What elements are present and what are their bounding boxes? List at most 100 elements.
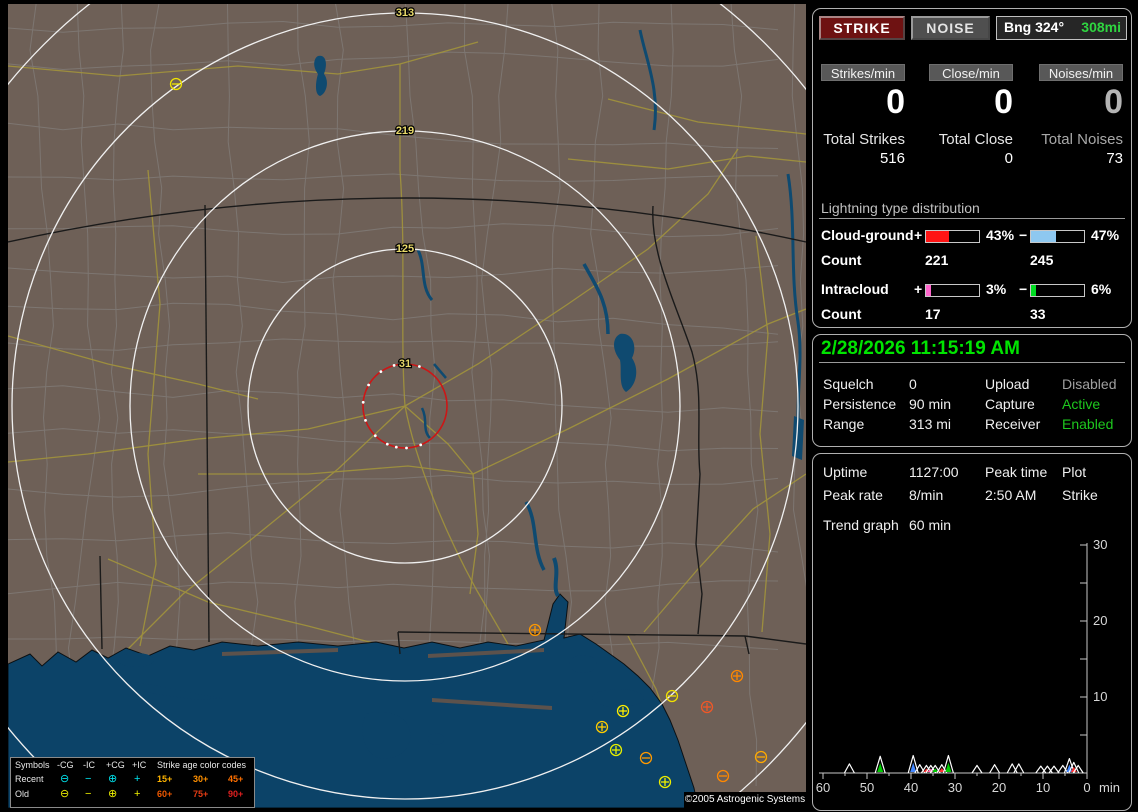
trend-x-tick: 50 [860, 780, 874, 795]
peak-rate-label: Peak rate [823, 487, 883, 503]
upload-status: Disabled [1062, 376, 1117, 392]
ic-negative-count: 33 [1030, 306, 1046, 322]
age-15: 15+ [157, 774, 173, 784]
strikes-per-min-chip: Strikes/min [821, 64, 905, 81]
map-canvas[interactable]: 313 219 125 31 Symbols -CG -IC +CG +IC Stri… [8, 4, 806, 808]
ic-count-label: Count [821, 306, 862, 322]
strike-toggle-button[interactable]: STRIKE [819, 16, 905, 40]
map-art: 313 219 125 31 [8, 4, 806, 808]
age-60: 60+ [157, 789, 173, 799]
minus-sign: − [1019, 227, 1028, 243]
trend-peak [971, 764, 983, 774]
uptime-label: Uptime [823, 464, 868, 480]
strike-positive-icon [528, 623, 542, 637]
neg-ic-old-icon: − [85, 788, 92, 800]
total-noises-value: 73 [1106, 150, 1123, 167]
capture-status: Active [1062, 396, 1101, 412]
squelch-label: Squelch [823, 376, 874, 392]
alarm-ring-dot [419, 443, 423, 447]
choctawhatchee-bay [592, 689, 644, 707]
distribution-header: Lightning type distribution [821, 200, 980, 216]
ring-distance-label: 313 [396, 7, 414, 19]
ic-negative-bar-fill [1031, 285, 1036, 296]
cg-positive-bar [925, 230, 980, 243]
copyright-notice: ©2005 Astrogenic Systems [684, 792, 806, 808]
alarm-ring-dot [385, 442, 389, 446]
alarm-ring-dot [379, 370, 383, 373]
map-legend: Symbols -CG -IC +CG +IC Strike age color… [10, 757, 255, 808]
trend-x-tick: 10 [1036, 780, 1050, 795]
legend-symbols-header: Symbols [15, 760, 50, 770]
alarm-ring-dot [418, 365, 421, 368]
age-90: 90+ [228, 789, 244, 799]
trend-graph-label: Trend graph [823, 517, 899, 533]
plus-sign: + [914, 281, 923, 297]
total-strikes-value: 516 [879, 150, 905, 167]
peak-rate-value: 8/min [909, 487, 944, 503]
trend-graph: 10 20 30 60 50 40 30 20 10 0 min [816, 537, 1120, 795]
cg-negative-pct: 47% [1091, 227, 1120, 243]
strike-positive-icon [700, 700, 714, 714]
close-per-min-value: 0 [994, 83, 1013, 121]
neg-cg-recent-icon: ⊖ [60, 773, 70, 785]
legend-col-neg-cg: -CG [57, 760, 74, 770]
age-45: 45+ [228, 774, 244, 784]
alarm-ring-dot [392, 364, 396, 367]
legend-old-label: Old [15, 789, 30, 799]
strikes-per-min-value: 0 [886, 83, 905, 121]
noise-toggle-button[interactable]: NOISE [911, 16, 990, 40]
plot-label: Plot [1062, 464, 1087, 480]
trend-panel: Uptime 1127:00 Peak time Plot Peak rate … [812, 453, 1132, 811]
age-30: 30+ [193, 774, 209, 784]
ring-distance-label: 219 [396, 125, 414, 137]
trend-graph-value: 60 min [909, 517, 952, 533]
legend-age-header: Strike age color codes [157, 760, 247, 770]
legend-col-neg-ic: -IC [83, 760, 95, 770]
ring-distance-label: 125 [396, 243, 414, 255]
close-per-min-chip: Close/min [929, 64, 1013, 81]
range-value: 313 mi [909, 416, 952, 432]
upload-label: Upload [985, 376, 1030, 392]
strike-positive-icon [609, 743, 623, 757]
trend-x-tick: 40 [904, 780, 918, 795]
pos-cg-recent-icon: ⊕ [108, 773, 118, 785]
trend-y-tick: 30 [1093, 537, 1107, 552]
plus-sign: + [914, 227, 923, 243]
strike-positive-icon [616, 704, 630, 718]
ic-positive-bar-fill [926, 285, 931, 296]
peak-time-label: Peak time [985, 464, 1048, 480]
total-close-value: 0 [1004, 150, 1013, 167]
ic-positive-bar [925, 284, 980, 297]
cg-positive-pct: 43% [986, 227, 1015, 243]
receiver-status: Enabled [1062, 416, 1114, 432]
trend-peak [843, 763, 855, 774]
bearing-value: Bng 324° [1004, 19, 1065, 35]
lake [428, 733, 444, 745]
noises-per-min-value: 0 [1104, 83, 1123, 121]
cg-negative-bar-fill [1031, 231, 1056, 242]
uptime-value: 1127:00 [909, 464, 959, 480]
ic-positive-count: 17 [925, 306, 941, 322]
trend-x-unit: min [1099, 780, 1120, 795]
bearing-display: Bng 324° 308mi [996, 16, 1127, 40]
legend-col-pos-ic: +IC [132, 760, 147, 770]
plot-type-value: Strike [1062, 487, 1098, 503]
alarm-ring-dot [405, 446, 408, 450]
persistence-value: 90 min [909, 396, 952, 412]
pos-cg-old-icon: ⊕ [108, 788, 118, 800]
trend-x-tick: 60 [816, 780, 830, 795]
age-75: 75+ [193, 789, 209, 799]
receiver-label: Receiver [985, 416, 1041, 432]
intracloud-label: Intracloud [821, 281, 889, 297]
trend-x-tick: 0 [1083, 780, 1090, 795]
persistence-label: Persistence [823, 396, 897, 412]
neg-ic-recent-icon: − [85, 773, 92, 785]
neg-cg-old-icon: ⊖ [60, 788, 70, 800]
app-window: 313 219 125 31 Symbols -CG -IC +CG +IC Stri… [0, 0, 1138, 812]
cloud-ground-label: Cloud-ground [821, 227, 914, 243]
alarm-ring-dot [367, 383, 370, 387]
status-panel: 2/28/2026 11:15:19 AM Squelch 0 Upload D… [812, 334, 1132, 447]
cg-negative-bar [1030, 230, 1085, 243]
pensacola-bay [569, 655, 597, 673]
noises-per-min-chip: Noises/min [1039, 64, 1123, 81]
